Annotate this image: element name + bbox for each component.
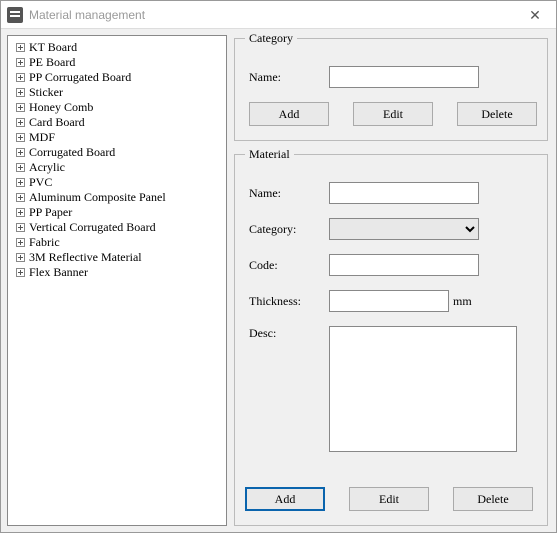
category-delete-button[interactable]: Delete [457,102,537,126]
tree-item-label: Aluminum Composite Panel [29,190,166,205]
expand-icon[interactable] [16,178,25,187]
expand-icon[interactable] [16,253,25,262]
tree-item[interactable]: Aluminum Composite Panel [8,190,226,205]
expand-icon[interactable] [16,208,25,217]
material-category-select[interactable] [329,218,479,240]
tree-item-label: Card Board [29,115,85,130]
material-code-input[interactable] [329,254,479,276]
material-edit-button[interactable]: Edit [349,487,429,511]
right-pane: Category Name: Add Edit Delete Material … [230,29,556,532]
material-desc-textarea[interactable] [329,326,517,452]
tree-item-label: PVC [29,175,52,190]
category-group: Category Name: Add Edit Delete [234,31,548,141]
tree-item[interactable]: Card Board [8,115,226,130]
material-thickness-label: Thickness: [249,294,329,309]
tree-item[interactable]: Sticker [8,85,226,100]
category-name-label: Name: [249,70,329,85]
category-button-row: Add Edit Delete [249,102,537,126]
material-group: Material Name: Category: Code: [234,147,548,526]
material-category-label: Category: [249,222,329,237]
material-add-button[interactable]: Add [245,487,325,511]
material-button-row: Add Edit Delete [245,487,537,511]
material-legend: Material [245,147,294,162]
tree-item[interactable]: PP Corrugated Board [8,70,226,85]
tree-item-label: Sticker [29,85,63,100]
tree-item[interactable]: PP Paper [8,205,226,220]
window-title: Material management [29,8,520,22]
category-name-input[interactable] [329,66,479,88]
tree-item-label: Acrylic [29,160,65,175]
window-frame: Material management ✕ KT BoardPE BoardPP… [0,0,557,533]
tree-item-label: Fabric [29,235,60,250]
tree-item-label: Vertical Corrugated Board [29,220,156,235]
material-name-label: Name: [249,186,329,201]
tree-item[interactable]: Fabric [8,235,226,250]
tree-item-label: PP Paper [29,205,72,220]
material-category-row: Category: [249,218,537,240]
tree-item[interactable]: Vertical Corrugated Board [8,220,226,235]
close-icon[interactable]: ✕ [520,8,550,22]
expand-icon[interactable] [16,238,25,247]
expand-icon[interactable] [16,223,25,232]
expand-icon[interactable] [16,58,25,67]
category-edit-button[interactable]: Edit [353,102,433,126]
tree-item[interactable]: PE Board [8,55,226,70]
expand-icon[interactable] [16,193,25,202]
expand-icon[interactable] [16,163,25,172]
tree-item[interactable]: 3M Reflective Material [8,250,226,265]
material-delete-button[interactable]: Delete [453,487,533,511]
material-name-input[interactable] [329,182,479,204]
expand-icon[interactable] [16,133,25,142]
tree-item-label: PP Corrugated Board [29,70,131,85]
tree-item[interactable]: Corrugated Board [8,145,226,160]
client-area: KT BoardPE BoardPP Corrugated BoardStick… [1,29,556,532]
expand-icon[interactable] [16,73,25,82]
tree-pane[interactable]: KT BoardPE BoardPP Corrugated BoardStick… [7,35,227,526]
material-desc-label: Desc: [249,326,329,341]
material-thickness-input[interactable] [329,290,449,312]
app-icon [7,7,23,23]
material-desc-row: Desc: [249,326,537,452]
titlebar[interactable]: Material management ✕ [1,1,556,29]
expand-icon[interactable] [16,43,25,52]
category-name-row: Name: [249,66,537,88]
expand-icon[interactable] [16,118,25,127]
material-code-label: Code: [249,258,329,273]
expand-icon[interactable] [16,103,25,112]
tree-item[interactable]: Honey Comb [8,100,226,115]
expand-icon[interactable] [16,148,25,157]
category-legend: Category [245,31,297,46]
tree-item-label: PE Board [29,55,75,70]
material-code-row: Code: [249,254,537,276]
tree-item-label: 3M Reflective Material [29,250,142,265]
tree-item-label: KT Board [29,40,77,55]
tree-item-label: Flex Banner [29,265,88,280]
category-add-button[interactable]: Add [249,102,329,126]
expand-icon[interactable] [16,88,25,97]
tree-item[interactable]: MDF [8,130,226,145]
tree-item[interactable]: KT Board [8,40,226,55]
tree-item-label: MDF [29,130,55,145]
tree-item-label: Honey Comb [29,100,93,115]
tree-item[interactable]: Flex Banner [8,265,226,280]
tree-item[interactable]: PVC [8,175,226,190]
tree-item[interactable]: Acrylic [8,160,226,175]
tree-item-label: Corrugated Board [29,145,115,160]
material-thickness-unit: mm [453,294,472,309]
material-name-row: Name: [249,182,537,204]
expand-icon[interactable] [16,268,25,277]
material-thickness-row: Thickness: mm [249,290,537,312]
